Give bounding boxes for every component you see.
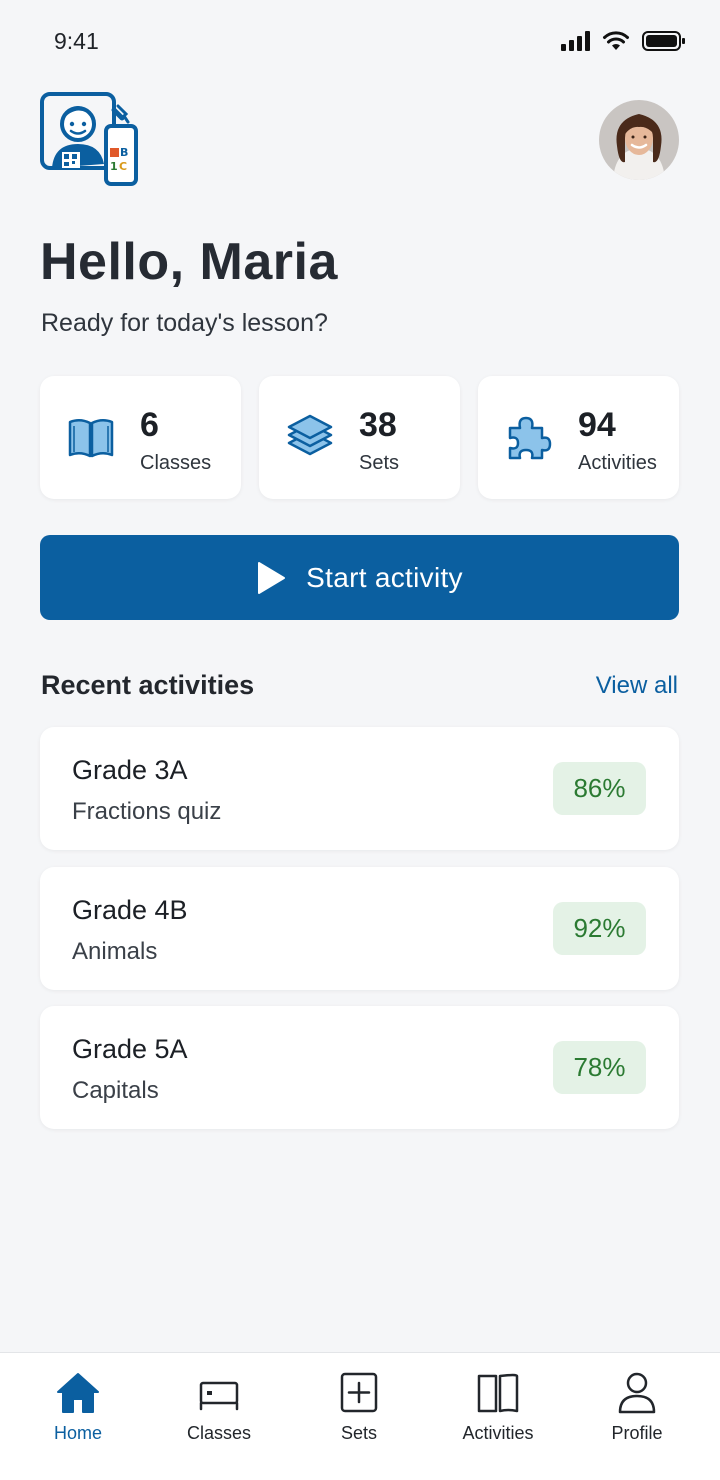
nav-item-activities[interactable]: Activities [438, 1371, 558, 1467]
activity-name: Capitals [72, 1077, 159, 1104]
activity-name: Fractions quiz [72, 798, 222, 825]
stat-label: Sets [359, 452, 400, 474]
bottom-nav: Home Classes Sets Activities Profile [0, 1352, 720, 1480]
stat-card-activities[interactable]: 94 Activities [478, 376, 679, 499]
classes-icon [199, 1381, 239, 1411]
view-all-link[interactable]: View all [596, 672, 678, 700]
cellular-signal-icon [561, 31, 590, 51]
greeting-subtitle: Ready for today's lesson? [41, 309, 328, 337]
activity-class: Grade 5A [72, 1034, 188, 1064]
nav-item-classes[interactable]: Classes [159, 1371, 279, 1467]
score-badge: 86% [553, 762, 646, 815]
stat-value: 94 [578, 406, 616, 444]
activity-class: Grade 3A [72, 755, 188, 785]
stat-label: Activities [578, 452, 657, 474]
stat-value: 6 [140, 406, 159, 444]
nav-item-sets[interactable]: Sets [299, 1371, 419, 1467]
home-icon [57, 1373, 99, 1413]
activity-card[interactable]: Grade 5A Capitals 78% [40, 1006, 679, 1129]
battery-icon [642, 31, 685, 51]
nav-label: Activities [462, 1423, 534, 1443]
layers-icon [287, 414, 333, 456]
stat-card-sets[interactable]: 38 Sets [259, 376, 460, 499]
stat-value: 38 [359, 406, 397, 444]
recent-activities-heading: Recent activities [41, 670, 255, 700]
home-screen: 9:41 B 1 C Hello, Maria Ready for today'… [0, 0, 720, 1480]
status-bar: 9:41 [0, 0, 720, 84]
svg-text:B: B [120, 146, 128, 159]
status-time: 9:41 [54, 28, 99, 54]
nav-label: Classes [186, 1423, 252, 1443]
activity-name: Animals [72, 938, 158, 965]
nav-item-home[interactable]: Home [18, 1371, 138, 1467]
score-badge: 92% [553, 902, 646, 955]
puzzle-icon [508, 416, 552, 460]
person-icon [618, 1372, 656, 1414]
book-icon [68, 419, 114, 458]
open-book-icon [477, 1373, 519, 1413]
nav-item-profile[interactable]: Profile [577, 1371, 697, 1467]
start-activity-label: Start activity [306, 561, 463, 593]
svg-text:1: 1 [110, 160, 118, 173]
score-badge: 78% [553, 1041, 646, 1094]
activity-card[interactable]: Grade 4B Animals 92% [40, 867, 679, 990]
app-logo-icon: B 1 C [40, 92, 138, 186]
activity-card[interactable]: Grade 3A Fractions quiz 86% [40, 727, 679, 850]
svg-text:C: C [119, 160, 127, 173]
nav-label: Profile [611, 1423, 663, 1443]
stat-label: Classes [140, 452, 212, 474]
stat-card-classes[interactable]: 6 Classes [40, 376, 241, 499]
nav-label: Sets [340, 1423, 378, 1443]
plus-square-icon [340, 1372, 378, 1413]
greeting-heading: Hello, Maria [40, 233, 338, 291]
play-icon [258, 561, 286, 594]
wifi-icon [603, 31, 629, 50]
status-icons [561, 30, 686, 52]
start-activity-button[interactable]: Start activity [40, 535, 679, 620]
nav-label: Home [53, 1423, 102, 1443]
profile-avatar[interactable] [599, 100, 679, 180]
activity-class: Grade 4B [72, 895, 188, 925]
